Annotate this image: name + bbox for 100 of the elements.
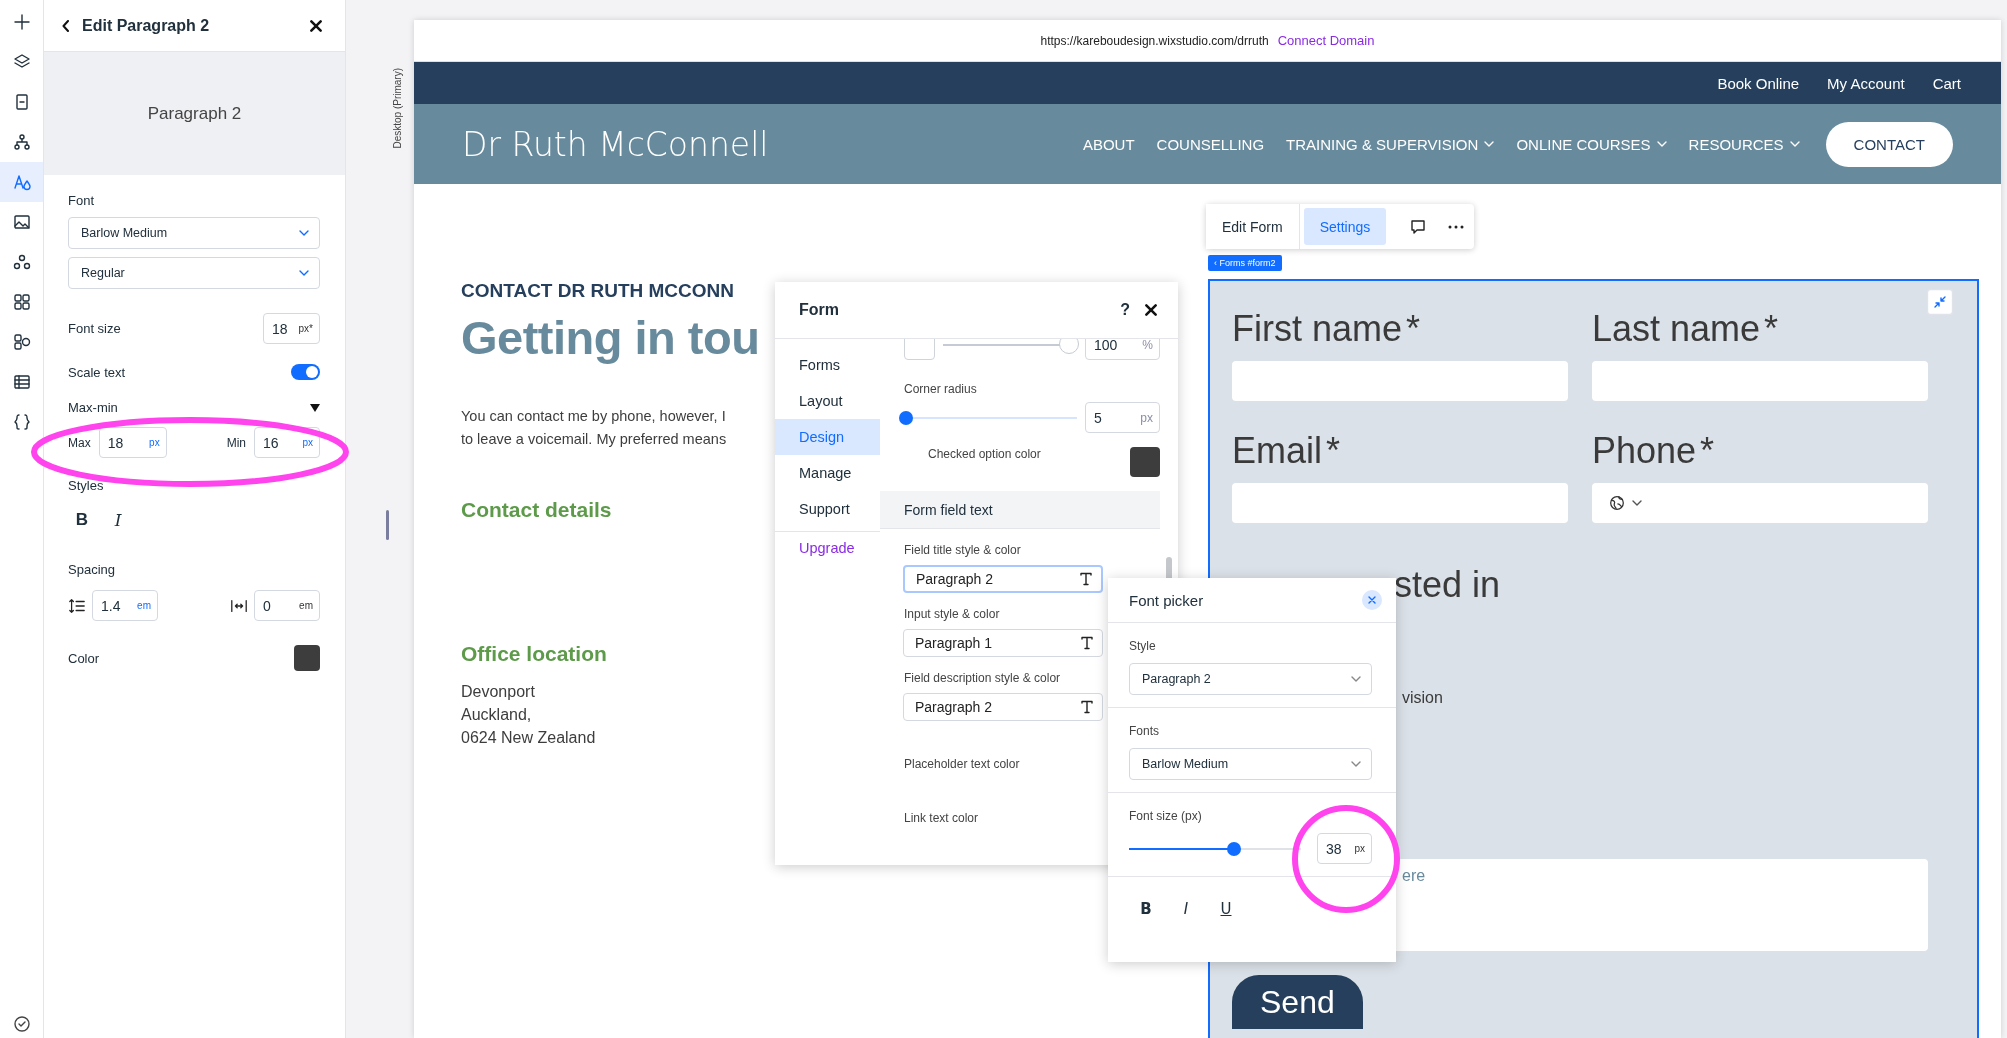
format-button[interactable]: B xyxy=(1132,895,1160,923)
line-height-icon xyxy=(68,596,86,615)
field-label: Corner radius xyxy=(903,382,977,396)
panel-tab[interactable]: Layout xyxy=(775,383,880,419)
top-link[interactable]: Cart xyxy=(1932,74,1961,92)
chevron-icon[interactable] xyxy=(1632,500,1642,506)
contact-button[interactable]: CONTACT xyxy=(1825,121,1953,167)
toolbar-button[interactable]: Edit Form xyxy=(1206,204,1300,249)
letter-spacing-field[interactable]: 0 em xyxy=(254,590,320,621)
field-label: Min xyxy=(226,435,246,450)
nav-link[interactable]: RESOURCES xyxy=(1688,135,1800,153)
style-field[interactable]: Paragraph 1 xyxy=(903,629,1103,657)
tool-icon xyxy=(11,412,32,432)
chevron-icon xyxy=(1351,676,1361,682)
panel-title: Form xyxy=(799,301,840,319)
slider-thumb[interactable] xyxy=(899,410,913,425)
eyebrow-text: CONTACT DR RUTH MCCONN xyxy=(461,280,734,302)
input-field[interactable] xyxy=(1232,483,1568,523)
resize-handle[interactable] xyxy=(386,510,389,540)
help-icon[interactable]: ? xyxy=(1120,301,1130,319)
field-label: Style xyxy=(1129,639,1156,653)
chevron-icon xyxy=(299,270,309,276)
nav-link[interactable]: TRAINING & SUPERVISION xyxy=(1286,135,1495,153)
panel-title: Edit Paragraph 2 xyxy=(82,16,211,35)
format-button[interactable]: I xyxy=(1172,895,1200,923)
send-button[interactable]: Send xyxy=(1232,975,1363,1029)
opacity-field[interactable]: 100 % xyxy=(1085,339,1160,360)
slider-thumb[interactable] xyxy=(1059,339,1079,354)
font-size-field[interactable]: 38 px xyxy=(1317,833,1372,864)
field-label: Max xyxy=(68,435,91,450)
address-line: 0624 New Zealand xyxy=(461,728,596,748)
field-label: Checked option color xyxy=(927,447,1041,461)
nav-link[interactable]: ONLINE COURSES xyxy=(1516,135,1667,153)
font-dropdown[interactable]: Barlow Medium xyxy=(68,217,320,249)
section-header: Form field text xyxy=(880,491,1160,529)
field-label: Fonts xyxy=(1129,724,1159,738)
back-icon[interactable] xyxy=(62,19,70,32)
chevron-icon xyxy=(1789,141,1800,147)
nav-link[interactable]: COUNSELLING xyxy=(1156,135,1265,153)
field-label: Link text color xyxy=(903,811,979,825)
style-field[interactable]: Paragraph 2 xyxy=(903,565,1103,593)
format-button[interactable]: B xyxy=(68,506,96,534)
intro-text: to leave a voicemail. My preferred means xyxy=(461,430,727,449)
input-field[interactable] xyxy=(1592,361,1928,401)
panel-tab[interactable]: Forms xyxy=(775,347,880,383)
checklist-icon[interactable] xyxy=(11,1014,32,1034)
field-label: Field title style & color xyxy=(903,543,1021,557)
chevron-icon xyxy=(299,230,309,236)
input-field[interactable] xyxy=(1232,361,1568,401)
tool-icon xyxy=(11,332,32,352)
section-label: Styles xyxy=(68,478,104,493)
style-dropdown[interactable]: Paragraph 2 xyxy=(1129,663,1372,695)
field-label: Last name* xyxy=(1592,307,1780,351)
field-label: Placeholder text color xyxy=(903,757,1020,771)
site-url: https://kareboudesign.wixstudio.com/drruth xyxy=(1040,33,1269,48)
close-icon[interactable] xyxy=(1144,303,1158,317)
tool-icon xyxy=(11,212,32,232)
globe-icon[interactable] xyxy=(1608,494,1626,512)
corner-radius-field[interactable]: 5 px xyxy=(1085,402,1160,433)
site-logo[interactable]: Dr Ruth McConnell xyxy=(462,124,769,164)
intro-text: You can contact me by phone, however, I xyxy=(461,407,727,426)
chevron-icon xyxy=(1351,761,1361,767)
field-label: Phone* xyxy=(1592,429,1716,473)
panel-tab[interactable]: Manage xyxy=(775,455,880,491)
tool-icon xyxy=(11,292,32,312)
color-swatch[interactable] xyxy=(1130,447,1160,477)
top-link[interactable]: Book Online xyxy=(1717,74,1800,92)
text-style-icon xyxy=(1080,700,1094,714)
toolbar-button[interactable]: Settings xyxy=(1303,208,1387,245)
upgrade-link[interactable]: Upgrade xyxy=(775,540,880,556)
selection-tag[interactable]: ‹ Forms #form2 xyxy=(1208,255,1282,271)
field-label: Font size (px) xyxy=(1129,809,1202,823)
chevron-icon xyxy=(1656,141,1667,147)
font-size-field[interactable]: 18 px* xyxy=(263,313,320,344)
max-field[interactable]: 18 px xyxy=(98,427,167,458)
weight-dropdown[interactable]: Regular xyxy=(68,257,320,289)
top-link[interactable]: My Account xyxy=(1827,74,1905,92)
collapse-icon[interactable] xyxy=(310,403,320,412)
scale-text-toggle[interactable] xyxy=(291,364,320,380)
section-heading: Office location xyxy=(461,642,607,666)
font-dropdown[interactable]: Barlow Medium xyxy=(1129,748,1372,780)
section-heading: Contact details xyxy=(461,498,612,522)
nav-link[interactable]: ABOUT xyxy=(1082,135,1135,153)
field-label: Input style & color xyxy=(903,607,1000,621)
line-height-field[interactable]: 1.4 em xyxy=(92,590,158,621)
device-label[interactable]: Desktop (Primary) xyxy=(392,68,403,149)
field-label: First name* xyxy=(1232,307,1422,351)
close-icon[interactable] xyxy=(309,18,323,33)
input-field[interactable] xyxy=(1592,483,1928,523)
page-heading: Getting in tou xyxy=(461,310,760,365)
connect-domain-link[interactable]: Connect Domain xyxy=(1277,33,1375,48)
slider-thumb[interactable] xyxy=(1226,841,1241,856)
panel-tab[interactable]: Support xyxy=(775,491,880,527)
style-field[interactable]: Paragraph 2 xyxy=(903,693,1103,721)
field-label: sted in xyxy=(1394,563,1501,607)
format-button[interactable]: I xyxy=(104,506,132,534)
chevron-icon xyxy=(1484,141,1495,147)
color-swatch[interactable] xyxy=(294,645,320,671)
panel-tab[interactable]: Design xyxy=(775,419,880,455)
popup-title: Font picker xyxy=(1129,591,1204,609)
